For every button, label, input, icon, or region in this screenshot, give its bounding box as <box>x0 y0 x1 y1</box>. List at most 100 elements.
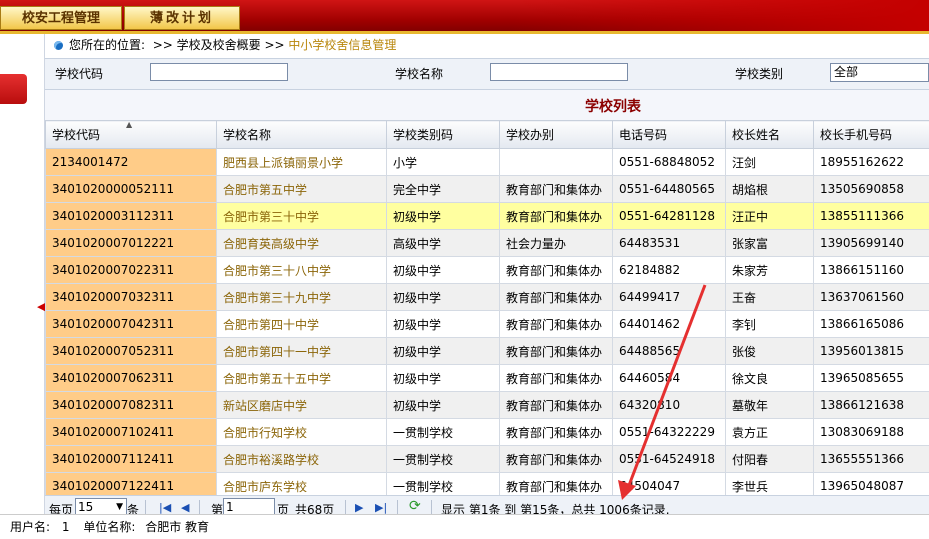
table-row[interactable]: 3401020007052311合肥市第四十一中学初级中学教育部门和集体办644… <box>46 338 929 365</box>
cell-run-type: 教育部门和集体办 <box>500 284 613 311</box>
cell-school-name[interactable]: 合肥市第三十八中学 <box>217 257 387 284</box>
table-row[interactable]: 3401020007032311合肥市第三十九中学初级中学教育部门和集体办644… <box>46 284 929 311</box>
cell-run-type: 教育部门和集体办 <box>500 419 613 446</box>
collapse-arrow-icon[interactable]: ◀ <box>37 300 45 314</box>
cell-school-name[interactable]: 合肥市第三十中学 <box>217 203 387 230</box>
cell-principal: 张家富 <box>726 230 814 257</box>
cell-principal-mobile: 13956013815 <box>814 338 929 365</box>
per-page-value: 15 <box>78 500 93 514</box>
cell-run-type: 教育部门和集体办 <box>500 338 613 365</box>
school-name-input[interactable] <box>490 63 628 81</box>
table-header-row: 学校代码▲学校名称学校类别码学校办别电话号码校长姓名校长手机号码 <box>46 121 929 149</box>
left-menu-tab[interactable] <box>0 74 27 104</box>
cell-principal: 袁方正 <box>726 419 814 446</box>
cell-school-name[interactable]: 合肥市第五中学 <box>217 176 387 203</box>
location-icon <box>54 41 63 50</box>
table-row[interactable]: 3401020007042311合肥市第四十中学初级中学教育部门和集体办6440… <box>46 311 929 338</box>
cell-phone: 64320810 <box>613 392 726 419</box>
refresh-icon[interactable]: ⟳ <box>409 498 421 514</box>
cell-type-code: 初级中学 <box>387 311 500 338</box>
table-row[interactable]: 3401020003112311合肥市第三十中学初级中学教育部门和集体办0551… <box>46 203 929 230</box>
unit-value: 合肥市 教育 <box>145 520 209 534</box>
table-row[interactable]: 3401020007112411合肥市裕溪路学校一贯制学校教育部门和集体办055… <box>46 446 929 473</box>
cell-type-code: 初级中学 <box>387 392 500 419</box>
cell-school-code: 3401020007042311 <box>46 311 217 338</box>
cell-type-code: 一贯制学校 <box>387 419 500 446</box>
table-row[interactable]: 2134001472肥西县上派镇丽景小学小学 0551-68848052汪剑189… <box>46 149 929 176</box>
banner-fade <box>509 0 929 34</box>
tab-campus-safety[interactable]: 校安工程管理 <box>0 6 122 30</box>
cell-principal: 李钊 <box>726 311 814 338</box>
cell-phone: 62184882 <box>613 257 726 284</box>
table-row[interactable]: 3401020007022311合肥市第三十八中学初级中学教育部门和集体办621… <box>46 257 929 284</box>
first-page-icon[interactable]: |◀ <box>159 501 171 514</box>
cell-principal-mobile: 13866165086 <box>814 311 929 338</box>
cell-school-code: 3401020007032311 <box>46 284 217 311</box>
cell-run-type: 教育部门和集体办 <box>500 176 613 203</box>
table-row[interactable]: 3401020007012221合肥育英高级中学高级中学社会力量办6448353… <box>46 230 929 257</box>
cell-phone: 0551-64480565 <box>613 176 726 203</box>
cell-school-name[interactable]: 肥西县上派镇丽景小学 <box>217 149 387 176</box>
cell-principal: 王奋 <box>726 284 814 311</box>
breadcrumb-item-current: 中小学校舍信息管理 <box>288 38 396 52</box>
breadcrumb: 您所在的位置: >> 学校及校舍概要 >> 中小学校舍信息管理 <box>45 34 929 56</box>
user-label: 用户名: <box>10 520 50 534</box>
cell-run-type: 教育部门和集体办 <box>500 257 613 284</box>
prev-page-icon[interactable]: ◀ <box>181 501 189 514</box>
cell-run-type: 社会力量办 <box>500 230 613 257</box>
cell-phone: 64488565 <box>613 338 726 365</box>
school-type-select[interactable]: 全部 <box>830 63 929 82</box>
cell-school-name[interactable]: 合肥育英高级中学 <box>217 230 387 257</box>
cell-school-name[interactable]: 合肥市第三十九中学 <box>217 284 387 311</box>
status-bar: 用户名: 1 单位名称: 合肥市 教育 <box>0 514 929 539</box>
tab-renovation-plan[interactable]: 薄改计划 <box>124 6 240 30</box>
cell-school-code: 2134001472 <box>46 149 217 176</box>
column-header-phone[interactable]: 电话号码 <box>613 121 726 149</box>
cell-school-name[interactable]: 合肥市第四十中学 <box>217 311 387 338</box>
cell-type-code: 初级中学 <box>387 338 500 365</box>
cell-school-code: 3401020007012221 <box>46 230 217 257</box>
cell-school-name[interactable]: 合肥市裕溪路学校 <box>217 446 387 473</box>
cell-school-code: 3401020007112411 <box>46 446 217 473</box>
breadcrumb-item-overview[interactable]: 学校及校舍概要 <box>177 38 261 52</box>
next-page-icon[interactable]: ▶ <box>355 501 363 514</box>
cell-principal-mobile: 13866151160 <box>814 257 929 284</box>
last-page-icon[interactable]: ▶| <box>375 501 387 514</box>
breadcrumb-sep: >> <box>153 38 173 52</box>
cell-type-code: 小学 <box>387 149 500 176</box>
cell-phone: 0551-68848052 <box>613 149 726 176</box>
table-row[interactable]: 3401020007062311合肥市第五十五中学初级中学教育部门和集体办644… <box>46 365 929 392</box>
column-header-principal[interactable]: 校长姓名 <box>726 121 814 149</box>
cell-run-type: 教育部门和集体办 <box>500 203 613 230</box>
cell-principal-mobile: 13655551366 <box>814 446 929 473</box>
cell-principal: 汪剑 <box>726 149 814 176</box>
cell-school-name[interactable]: 合肥市行知学校 <box>217 419 387 446</box>
school-code-input[interactable] <box>150 63 288 81</box>
cell-school-code: 3401020007052311 <box>46 338 217 365</box>
school-type-label: 学校类别 <box>735 65 783 82</box>
cell-principal-mobile: 18955162622 <box>814 149 929 176</box>
column-header-school-name[interactable]: 学校名称 <box>217 121 387 149</box>
table-row[interactable]: 3401020007082311新站区磨店中学初级中学教育部门和集体办64320… <box>46 392 929 419</box>
cell-school-name[interactable]: 合肥市第五十五中学 <box>217 365 387 392</box>
table-row[interactable]: 3401020000052111合肥市第五中学完全中学教育部门和集体办0551-… <box>46 176 929 203</box>
filter-bar: 学校代码 学校名称 学校类别 全部 <box>45 58 929 90</box>
cell-principal-mobile: 13965085655 <box>814 365 929 392</box>
list-title: 学校列表 <box>585 96 641 116</box>
breadcrumb-sep: >> <box>264 38 284 52</box>
breadcrumb-prefix: 您所在的位置: <box>69 38 145 52</box>
column-header-type-code[interactable]: 学校类别码 <box>387 121 500 149</box>
cell-run-type: 教育部门和集体办 <box>500 311 613 338</box>
school-table: 学校代码▲学校名称学校类别码学校办别电话号码校长姓名校长手机号码 2134001… <box>45 120 929 500</box>
column-header-run-type[interactable]: 学校办别 <box>500 121 613 149</box>
cell-school-code: 3401020000052111 <box>46 176 217 203</box>
column-header-principal-mobile[interactable]: 校长手机号码 <box>814 121 929 149</box>
cell-school-name[interactable]: 新站区磨店中学 <box>217 392 387 419</box>
cell-school-name[interactable]: 合肥市第四十一中学 <box>217 338 387 365</box>
cell-principal: 朱家芳 <box>726 257 814 284</box>
column-header-school-code[interactable]: 学校代码▲ <box>46 121 217 149</box>
cell-principal: 付阳春 <box>726 446 814 473</box>
main-content: 您所在的位置: >> 学校及校舍概要 >> 中小学校舍信息管理 学校代码 学校名… <box>45 34 929 514</box>
table-row[interactable]: 3401020007102411合肥市行知学校一贯制学校教育部门和集体办0551… <box>46 419 929 446</box>
cell-principal-mobile: 13905699140 <box>814 230 929 257</box>
